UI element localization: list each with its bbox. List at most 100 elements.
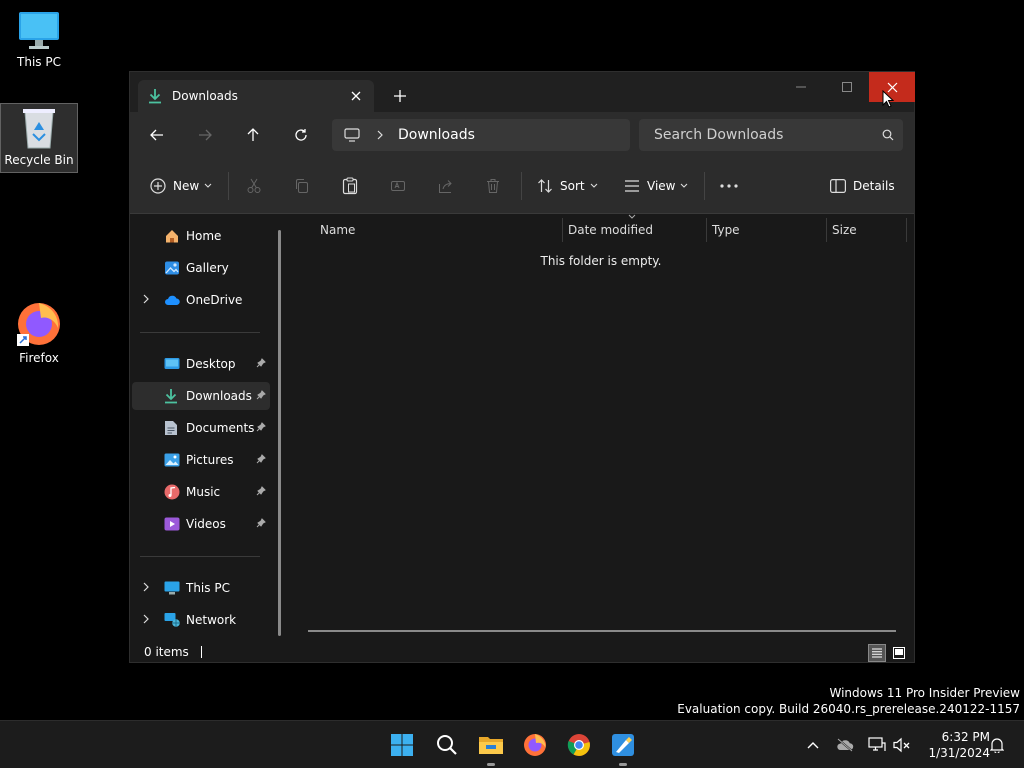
network-tray-button[interactable]	[865, 733, 889, 757]
nav-item-home[interactable]: Home	[132, 222, 270, 250]
nav-item-desktop[interactable]: Desktop	[132, 350, 270, 378]
file-explorer-window: Downloads Downloads Search Downloads New…	[129, 71, 915, 663]
nav-label: Home	[186, 229, 222, 243]
cut-button[interactable]	[246, 170, 262, 202]
nav-label: Pictures	[186, 453, 234, 467]
chevron-right-icon[interactable]	[142, 613, 150, 627]
desktop-icon-this-pc[interactable]: This PC	[0, 10, 78, 69]
home-icon	[164, 228, 180, 244]
address-bar[interactable]: Downloads	[332, 119, 630, 151]
chevron-right-icon[interactable]	[142, 581, 150, 595]
horizontal-scrollbar[interactable]	[308, 630, 896, 632]
download-icon	[149, 89, 161, 104]
taskbar-firefox[interactable]	[519, 729, 551, 761]
view-button[interactable]: View	[624, 170, 688, 202]
copy-icon	[296, 179, 308, 193]
tab-close-button[interactable]	[344, 84, 368, 108]
back-button[interactable]	[142, 120, 172, 150]
chevron-right-icon[interactable]	[142, 293, 150, 307]
nav-item-network[interactable]: Network	[132, 606, 270, 634]
nav-item-documents[interactable]: Documents	[132, 414, 270, 442]
status-bar: 0 items	[130, 641, 914, 663]
empty-folder-message: This folder is empty.	[540, 254, 662, 268]
nav-item-pictures[interactable]: Pictures	[132, 446, 270, 474]
nav-item-gallery[interactable]: Gallery	[132, 254, 270, 282]
refresh-icon	[295, 129, 307, 141]
up-button[interactable]	[238, 120, 268, 150]
chevron-down-icon	[204, 183, 212, 188]
running-indicator	[487, 763, 495, 766]
nav-item-downloads[interactable]: Downloads	[132, 382, 270, 410]
search-placeholder: Search Downloads	[654, 127, 784, 143]
taskbar-file-explorer[interactable]	[475, 729, 507, 766]
running-indicator	[619, 763, 627, 766]
chevron-down-icon	[681, 183, 688, 188]
taskbar-paint[interactable]	[607, 729, 639, 766]
column-divider[interactable]	[906, 218, 907, 242]
nav-label: Desktop	[186, 357, 236, 371]
show-hidden-icons-button[interactable]	[801, 733, 825, 757]
column-divider[interactable]	[706, 218, 707, 242]
pin-icon	[256, 389, 266, 403]
video-icon	[164, 517, 180, 531]
desktop-icon-firefox[interactable]: Firefox	[0, 300, 78, 365]
pin-icon	[256, 453, 266, 467]
nav-item-videos[interactable]: Videos	[132, 510, 270, 538]
plus-icon	[394, 90, 406, 102]
nav-item-music[interactable]: Music	[132, 478, 270, 506]
copy-button[interactable]	[294, 170, 310, 202]
share-button[interactable]	[438, 170, 454, 202]
system-clock[interactable]: 6:32 PM 1/31/2024	[916, 729, 990, 761]
view-label: View	[647, 179, 676, 193]
paint-icon	[612, 734, 634, 756]
details-view-button[interactable]	[868, 644, 886, 662]
details-button[interactable]: Details	[830, 170, 895, 202]
taskbar-chrome[interactable]	[563, 729, 595, 761]
start-button[interactable]	[386, 729, 418, 761]
volume-muted-icon	[893, 737, 910, 753]
search-button[interactable]	[431, 729, 463, 761]
column-header-date-modified[interactable]: Date modified	[568, 218, 653, 242]
new-button[interactable]: New	[150, 170, 212, 202]
new-tab-button[interactable]	[388, 84, 412, 108]
desktop-icon-recycle-bin[interactable]: Recycle Bin	[0, 103, 78, 173]
column-header-name[interactable]: Name	[320, 218, 355, 242]
firefox-icon	[524, 734, 546, 756]
minimize-icon	[796, 86, 806, 88]
desktop-icon-label: Firefox	[19, 351, 59, 365]
paste-button[interactable]	[342, 170, 358, 202]
maximize-button[interactable]	[824, 72, 870, 102]
column-label: Name	[320, 223, 356, 237]
item-count: 0 items	[144, 645, 189, 659]
rename-button[interactable]	[390, 170, 406, 202]
sort-button[interactable]: Sort	[537, 170, 598, 202]
column-header-type[interactable]: Type	[712, 218, 740, 242]
minimize-button[interactable]	[778, 72, 824, 102]
nav-item-this-pc[interactable]: This PC	[132, 574, 270, 602]
delete-button[interactable]	[486, 170, 500, 202]
monitor-icon	[164, 581, 180, 595]
large-icons-view-button[interactable]	[890, 644, 908, 662]
onedrive-tray-button[interactable]	[833, 733, 857, 757]
clock-date: 1/31/2024	[928, 746, 990, 760]
column-header-size[interactable]: Size	[832, 218, 857, 242]
more-options-button[interactable]	[720, 170, 738, 202]
pin-icon	[256, 517, 266, 531]
tab-downloads[interactable]: Downloads	[138, 80, 374, 112]
column-divider[interactable]	[826, 218, 827, 242]
volume-tray-button[interactable]	[890, 733, 914, 757]
arrow-up-icon	[247, 128, 259, 141]
refresh-button[interactable]	[286, 120, 316, 150]
navigation-pane-scrollbar[interactable]	[278, 230, 281, 636]
notifications-button[interactable]	[985, 733, 1009, 757]
divider	[228, 172, 229, 200]
sort-icon	[538, 179, 552, 193]
breadcrumb-downloads[interactable]: Downloads	[398, 127, 475, 143]
column-divider[interactable]	[562, 218, 563, 242]
search-input[interactable]: Search Downloads	[639, 119, 903, 151]
network-icon	[164, 612, 180, 628]
monitor-icon	[344, 128, 360, 142]
details-view-icon	[872, 648, 882, 658]
forward-button[interactable]	[190, 120, 220, 150]
nav-item-onedrive[interactable]: OneDrive	[132, 286, 270, 314]
